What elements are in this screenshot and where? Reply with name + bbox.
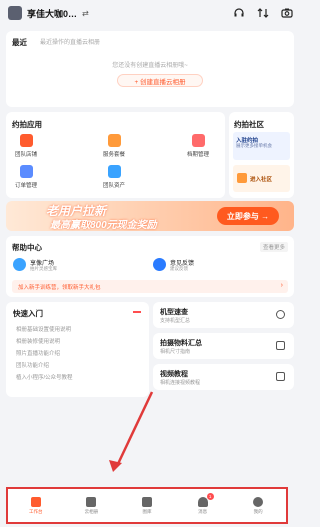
- bell-icon: [197, 496, 208, 507]
- user-icon: [253, 496, 264, 507]
- tab-messages[interactable]: 1 消息: [178, 492, 228, 515]
- tab-label: 云相册: [84, 508, 99, 514]
- tab-workbench[interactable]: 工作台: [11, 496, 61, 515]
- image-icon: [86, 496, 97, 507]
- tab-label: 图库: [142, 508, 152, 514]
- workbench-icon: [30, 496, 41, 507]
- tab-label: 我的: [253, 508, 263, 514]
- message-badge: 1: [206, 492, 214, 500]
- tab-cloud-album[interactable]: 云相册: [66, 496, 116, 515]
- tab-profile[interactable]: 我的: [233, 496, 283, 515]
- arrow-shaft: [115, 391, 154, 467]
- annotation-arrow: [109, 391, 154, 472]
- folder-icon: [141, 496, 152, 507]
- tab-label: 工作台: [29, 508, 43, 514]
- tab-label: 消息: [198, 508, 208, 514]
- bottom-tab-bar: 工作台 云相册 图库 1 消息 我的: [6, 487, 288, 524]
- tab-gallery[interactable]: 图库: [122, 496, 172, 515]
